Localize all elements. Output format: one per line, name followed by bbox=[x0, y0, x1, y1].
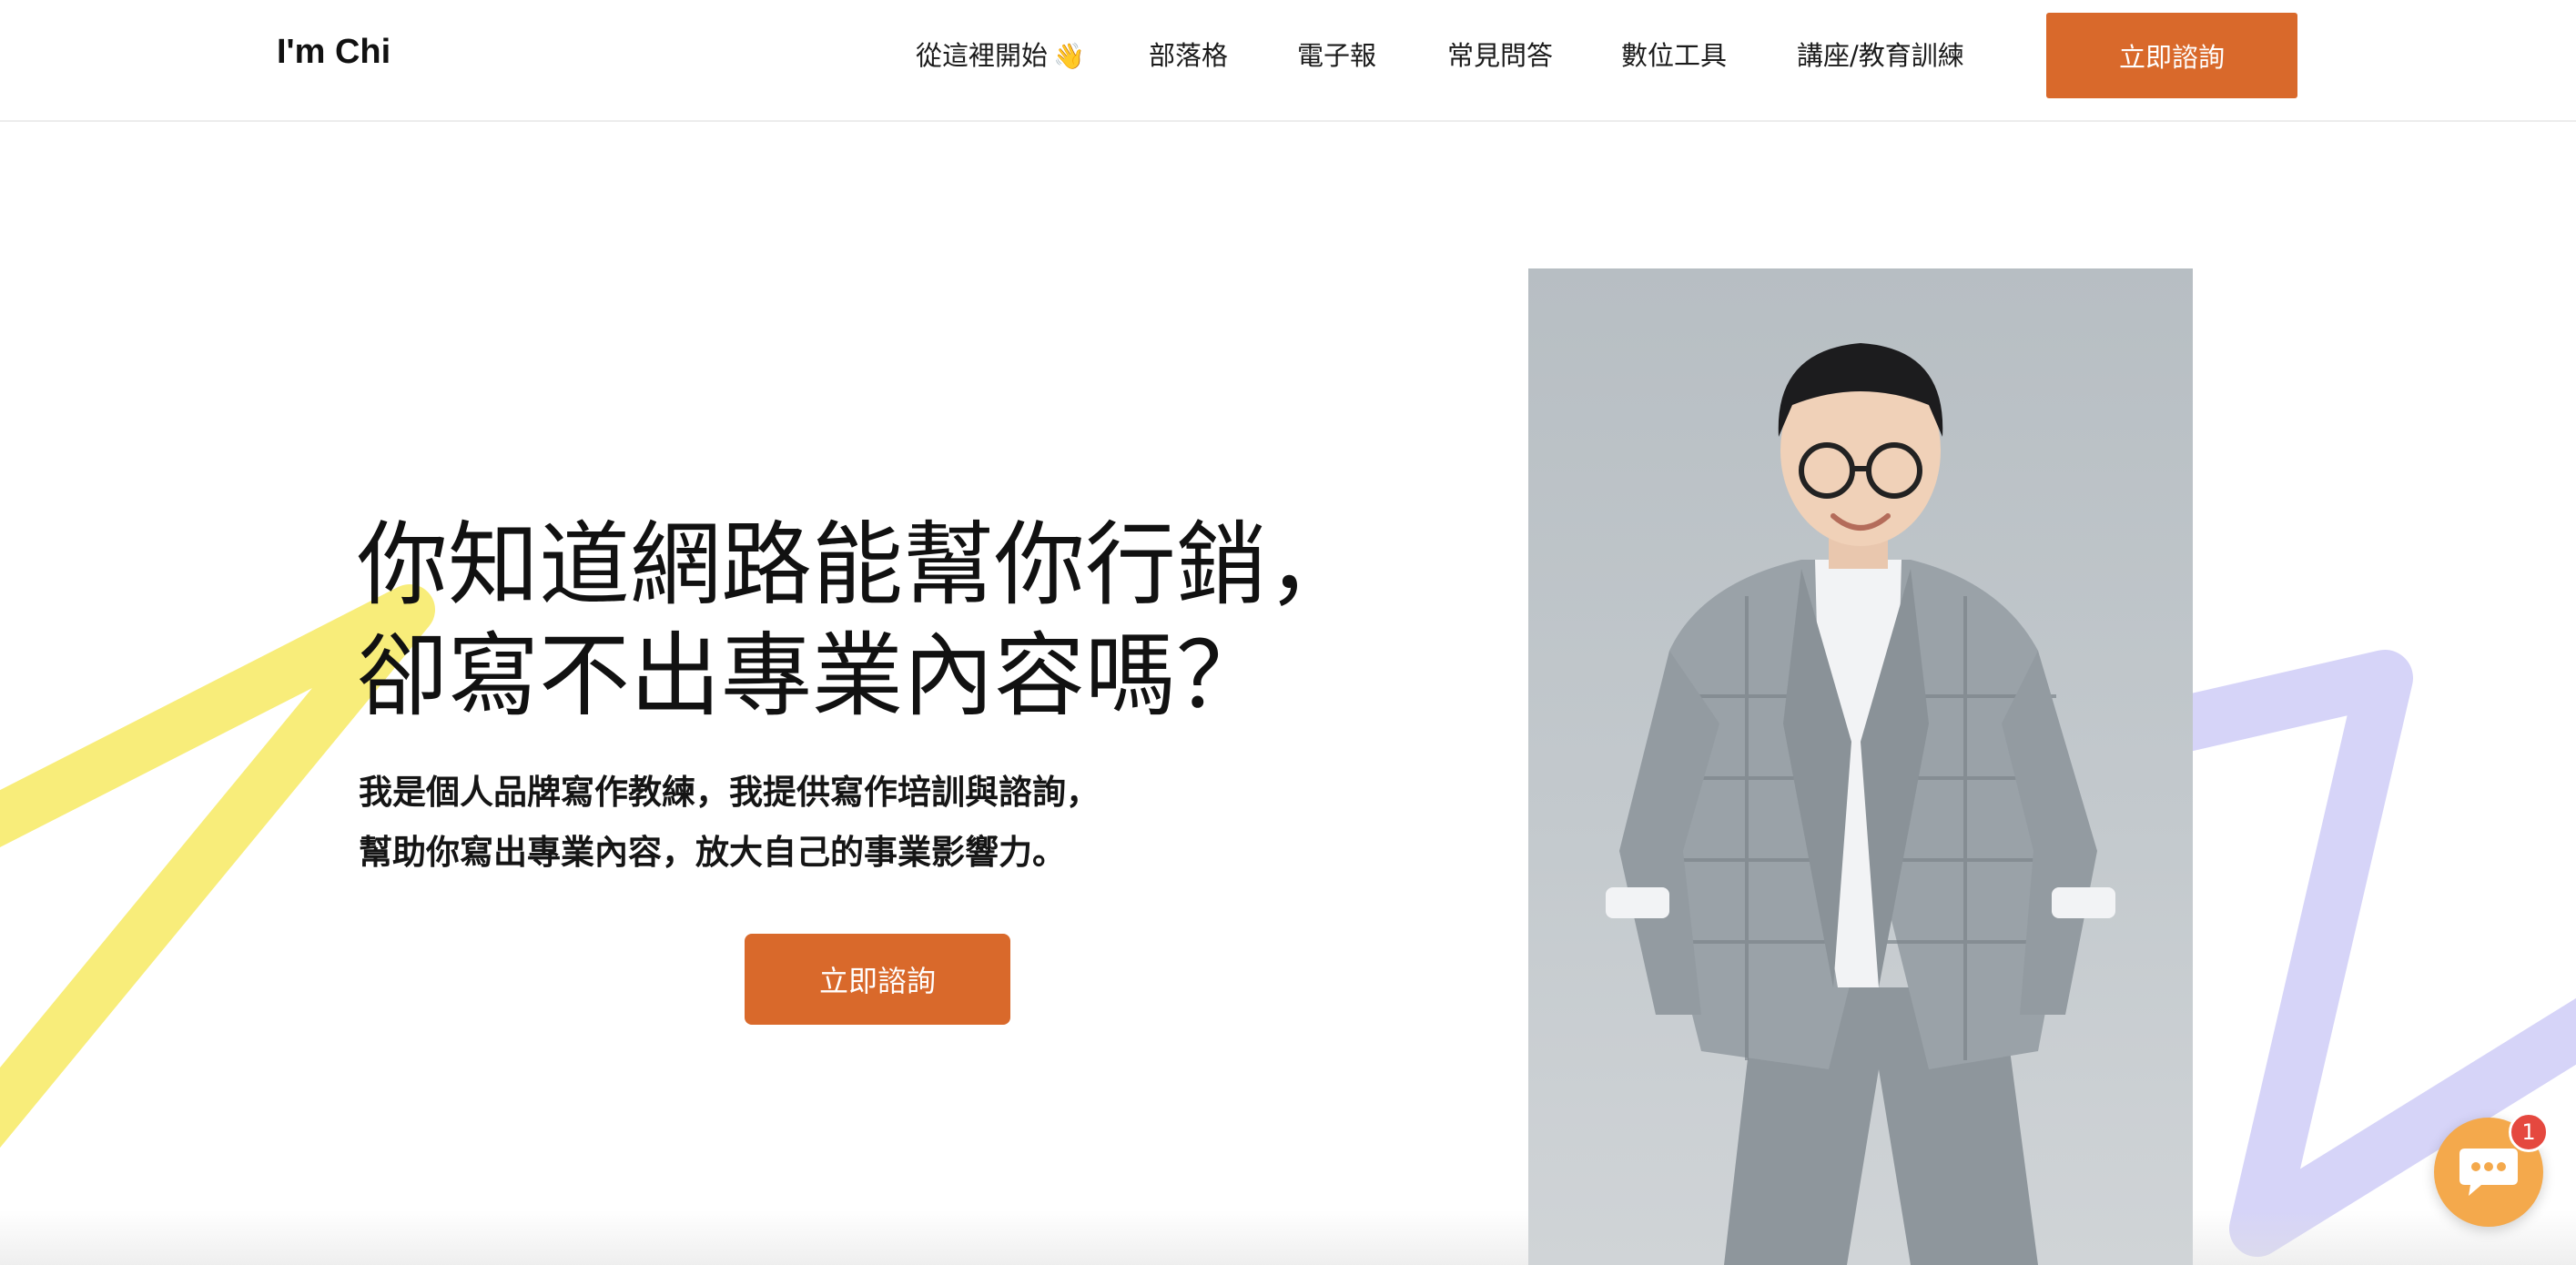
site-logo[interactable]: I'm Chi bbox=[277, 33, 390, 72]
chat-notification-badge: 1 bbox=[2509, 1112, 2549, 1152]
hero-title-line: 卻寫不出專業內容嗎？ bbox=[357, 622, 1267, 729]
hero-title: 你知道網路能幫你行銷， 卻寫不出專業內容嗎？ bbox=[357, 510, 1358, 732]
nav-item-label: 從這裡開始 bbox=[916, 40, 1049, 71]
nav-item-digital-tools[interactable]: 數位工具 bbox=[1621, 35, 1727, 73]
waving-hand-icon: 👋 bbox=[1053, 41, 1085, 71]
nav-item-start-here[interactable]: 從這裡開始 👋 bbox=[916, 35, 1085, 73]
hero-subtitle: 我是個人品牌寫作教練，我提供寫作培訓與諮詢， 幫助你寫出專業內容，放大自己的事業… bbox=[359, 763, 1100, 883]
hero-subtitle-line: 幫助你寫出專業內容，放大自己的事業影響力。 bbox=[359, 833, 1066, 872]
nav-item-lectures-training[interactable]: 講座/教育訓練 bbox=[1797, 35, 1964, 73]
chat-bubble-icon bbox=[2459, 1149, 2518, 1196]
nav-item-newsletter[interactable]: 電子報 bbox=[1297, 35, 1376, 73]
hero-subtitle-line: 我是個人品牌寫作教練，我提供寫作培訓與諮詢， bbox=[359, 773, 1100, 812]
header-consult-button[interactable]: 立即諮詢 bbox=[2046, 13, 2297, 98]
hero-consult-button[interactable]: 立即諮詢 bbox=[745, 934, 1010, 1025]
nav-item-faq[interactable]: 常見問答 bbox=[1447, 35, 1553, 73]
coach-portrait-photo bbox=[1528, 268, 2193, 1265]
hero-title-line: 你知道網路能幫你行銷， bbox=[357, 511, 1358, 618]
site-header: I'm Chi 從這裡開始 👋 部落格 電子報 常見問答 數位工具 講座/教育訓練… bbox=[0, 0, 2576, 122]
yellow-stroke bbox=[0, 584, 435, 1149]
nav-item-blog[interactable]: 部落格 bbox=[1149, 35, 1228, 73]
